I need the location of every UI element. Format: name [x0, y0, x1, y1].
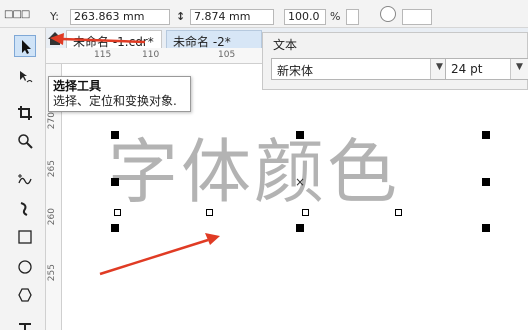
artistic-media-tool-button[interactable]	[14, 198, 36, 220]
tooltip-description: 选择、定位和变换对象.	[53, 94, 177, 108]
selection-handle[interactable]	[482, 131, 490, 139]
scale-field[interactable]: 100.0	[284, 9, 326, 25]
selection-handle[interactable]	[111, 178, 119, 186]
magnifier-icon	[18, 134, 33, 149]
pick-tool-tooltip: 选择工具 选择、定位和变换对象.	[48, 76, 191, 112]
tab-label: 未命名 -1.cdr*	[73, 35, 154, 49]
text-docker: 文本 新宋体 ▼ 24 pt ▼	[262, 32, 528, 90]
ruler-mark: 260	[47, 208, 57, 226]
selected-text-object[interactable]: 字体颜色	[108, 128, 488, 216]
height-icon: ↕	[176, 10, 186, 23]
percent-label: %	[330, 10, 341, 23]
selection-center-marker: ×	[295, 175, 306, 189]
height-field[interactable]: 7.874 mm	[190, 9, 274, 25]
font-name: 新宋体	[277, 64, 314, 78]
selection-handle[interactable]	[482, 178, 490, 186]
selection-handle[interactable]	[111, 224, 119, 232]
docker-title: 文本	[273, 38, 298, 52]
tab-document-1[interactable]: 未命名 -1.cdr*	[66, 30, 162, 49]
ruler-mark: 115	[94, 50, 112, 60]
brush-icon	[20, 202, 28, 216]
rectangle-icon	[18, 230, 32, 244]
crop-icon	[18, 106, 32, 120]
welcome-tab[interactable]	[46, 28, 64, 48]
text-tool-button[interactable]	[14, 316, 36, 330]
shape-tool-button[interactable]	[14, 66, 36, 88]
crop-tool-button[interactable]	[14, 102, 36, 124]
polygon-tool-button[interactable]	[14, 284, 36, 306]
font-list-dropdown[interactable]: 新宋体 ▼	[271, 58, 449, 80]
object-origin-icon[interactable]: □□□	[4, 9, 30, 20]
ruler-mark: 110	[142, 50, 160, 60]
pick-tool-button[interactable]	[14, 35, 36, 57]
text-node-handle[interactable]	[302, 209, 309, 216]
toolbox	[0, 28, 46, 330]
freehand-tool-button[interactable]	[14, 168, 36, 190]
property-bar: □□□ Y: 263.863 mm ↕ 7.874 mm 100.0 %	[0, 0, 528, 28]
home-icon	[48, 32, 62, 45]
text-tool-icon	[19, 323, 31, 330]
ellipse-tool-button[interactable]	[14, 256, 36, 278]
ruler-mark: 265	[47, 160, 57, 178]
rotation-field[interactable]	[402, 9, 432, 25]
rotation-icon[interactable]	[380, 6, 396, 22]
y-label: Y:	[50, 10, 59, 23]
text-node-handle[interactable]	[395, 209, 402, 216]
lock-ratio-button[interactable]	[346, 9, 359, 25]
zoom-tool-button[interactable]	[14, 130, 36, 152]
selection-handle[interactable]	[296, 131, 304, 139]
ellipse-icon	[18, 260, 32, 274]
font-size: 24 pt	[451, 62, 483, 76]
pointer-icon	[22, 40, 31, 54]
polygon-icon	[18, 288, 32, 302]
font-size-dropdown[interactable]: 24 pt ▼	[445, 58, 528, 80]
selection-handle[interactable]	[111, 131, 119, 139]
tooltip-title: 选择工具	[53, 79, 102, 93]
tab-document-2[interactable]: 未命名 -2*	[166, 30, 262, 49]
text-node-handle[interactable]	[206, 209, 213, 216]
ruler-mark: 255	[47, 264, 57, 282]
shape-edit-icon	[20, 71, 33, 83]
rectangle-tool-button[interactable]	[14, 226, 36, 248]
ruler-mark: 105	[218, 50, 236, 60]
selection-handle[interactable]	[296, 224, 304, 232]
text-node-handle[interactable]	[114, 209, 121, 216]
tab-label: 未命名 -2*	[173, 35, 231, 49]
ruler-mark: 270	[47, 112, 57, 130]
selection-handle[interactable]	[482, 224, 490, 232]
dropdown-arrow-icon[interactable]: ▼	[510, 59, 528, 79]
y-position-field[interactable]: 263.863 mm	[70, 9, 170, 25]
freehand-icon	[18, 174, 32, 185]
